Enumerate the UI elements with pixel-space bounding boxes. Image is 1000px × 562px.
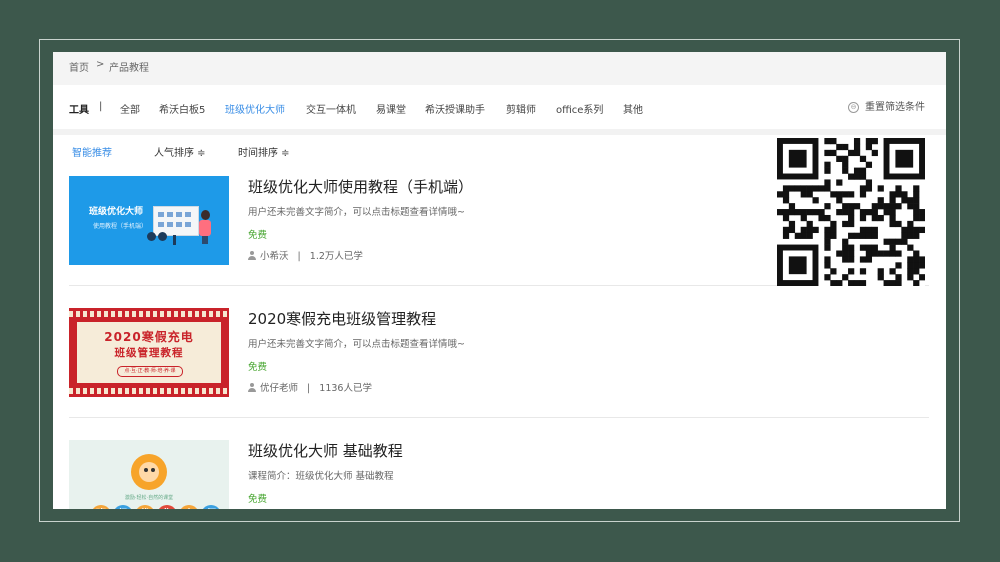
- course-price: 免费: [248, 230, 268, 241]
- course-meta: 小希沃 | 1.2万人已学: [248, 248, 363, 262]
- thumbnail-title: 2020寒假充电: [104, 330, 194, 344]
- course-author: 优仔老师: [260, 383, 299, 394]
- reset-icon: ⊖: [848, 101, 859, 113]
- tab-class-optimizer[interactable]: 班级优化大师: [225, 101, 285, 116]
- tab-office-series[interactable]: office系列: [556, 101, 603, 116]
- course-thumbnail[interactable]: 班级优化大师 使用教程（手机端）: [69, 176, 229, 265]
- qr-code-image: [777, 138, 926, 287]
- thumbnail-title-bubbles: 班级优化大师: [91, 502, 223, 509]
- course-description: 用户还未完善文字简介，可以点击标题查看详情哦~: [248, 339, 465, 350]
- course-price: 免费: [248, 362, 268, 373]
- thumbnail-subtitle: 班级管理教程: [114, 347, 184, 359]
- course-meta: 优仔老师 | 1136人已学: [248, 380, 372, 394]
- breadcrumb-separator: >: [96, 59, 105, 70]
- filter-toolbar: 工具 | 全部 希沃白板5 班级优化大师 交互一体机 易课堂 希沃授课助手 剪辑…: [53, 85, 946, 129]
- section-divider: [53, 129, 946, 135]
- tab-easy-class[interactable]: 易课堂: [376, 101, 406, 116]
- sort-smart[interactable]: 智能推荐: [72, 144, 112, 159]
- course-item[interactable]: 2020寒假充电 班级管理教程 点·互·正·教·师·培·养·课 2020寒假充电…: [69, 308, 929, 428]
- tab-other[interactable]: 其他: [623, 101, 643, 116]
- thumbnail-subtitle: 使用教程（手机端）: [93, 223, 148, 230]
- tab-seewo-whiteboard[interactable]: 希沃白板5: [159, 101, 205, 116]
- toolbar-divider: |: [99, 101, 103, 112]
- course-item[interactable]: 激励·轻松·自然的课堂 班级优化大师 班级优化大师 基础教程 课程简介：班级优化…: [69, 440, 929, 509]
- course-author: 小希沃: [260, 251, 289, 262]
- thumbnail-slogan: 激励·轻松·自然的课堂: [124, 495, 174, 501]
- course-title[interactable]: 班级优化大师使用教程（手机端）: [248, 176, 473, 197]
- course-description: 课程简介：班级优化大师 基础教程: [248, 471, 394, 482]
- reset-filters-label: 重置筛选条件: [865, 102, 925, 113]
- toolbar-label: 工具: [69, 105, 89, 116]
- course-title[interactable]: 班级优化大师 基础教程: [248, 440, 403, 461]
- thumbnail-title: 班级优化大师: [89, 207, 144, 217]
- user-icon: [248, 383, 256, 392]
- course-learners: 1136人已学: [319, 383, 372, 394]
- teacher-illustration: [201, 210, 210, 220]
- course-title[interactable]: 2020寒假充电班级管理教程: [248, 308, 436, 329]
- breadcrumb-current: 产品教程: [109, 63, 149, 74]
- breadcrumb: 首页 > 产品教程: [53, 52, 946, 85]
- reset-filters-button[interactable]: ⊖ 重置筛选条件: [848, 98, 925, 113]
- tab-interactive-machine[interactable]: 交互一体机: [306, 101, 356, 116]
- sort-time[interactable]: 时间排序 ≑: [238, 144, 290, 159]
- meta-separator: |: [307, 383, 311, 394]
- screenshot-window: 首页 > 产品教程 工具 | 全部 希沃白板5 班级优化大师 交互一体机 易课堂…: [53, 52, 946, 509]
- meta-separator: |: [297, 251, 301, 262]
- course-learners: 1.2万人已学: [309, 251, 363, 262]
- tab-video-editor[interactable]: 剪辑师: [506, 101, 536, 116]
- tab-teaching-assistant[interactable]: 希沃授课助手: [425, 101, 485, 116]
- course-thumbnail[interactable]: 2020寒假充电 班级管理教程 点·互·正·教·师·培·养·课: [69, 308, 229, 397]
- tab-all[interactable]: 全部: [120, 101, 140, 116]
- thumbnail-tagline: 点·互·正·教·师·培·养·课: [117, 366, 183, 377]
- row-divider: [69, 417, 929, 418]
- qr-code: [777, 138, 926, 287]
- course-price: 免费: [248, 494, 268, 505]
- breadcrumb-home[interactable]: 首页: [69, 59, 89, 74]
- user-icon: [248, 251, 256, 260]
- course-thumbnail[interactable]: 激励·轻松·自然的课堂 班级优化大师: [69, 440, 229, 509]
- sort-popularity[interactable]: 人气排序 ≑: [154, 144, 206, 159]
- course-description: 用户还未完善文字简介，可以点击标题查看详情哦~: [248, 207, 465, 218]
